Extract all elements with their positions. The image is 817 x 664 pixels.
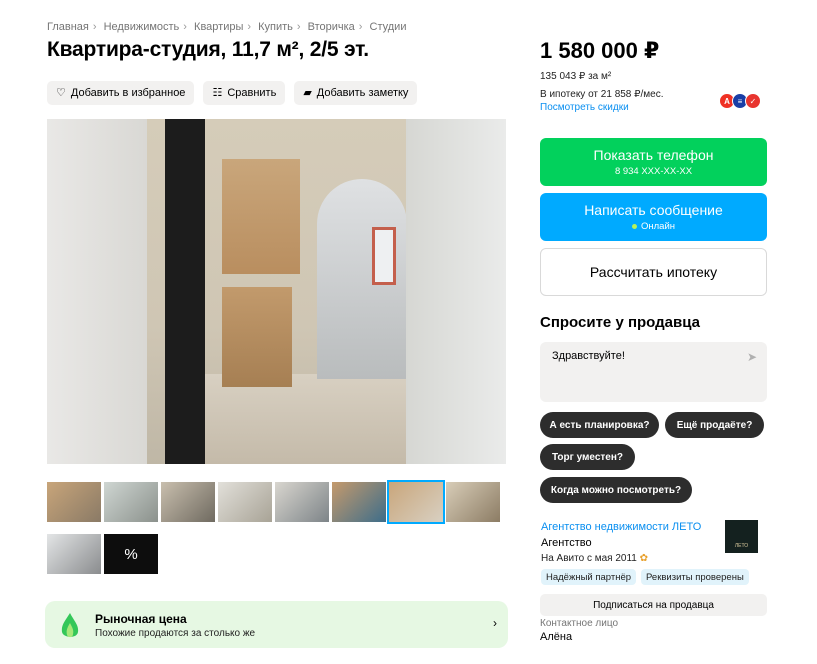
show-phone-label: Показать телефон	[593, 147, 714, 163]
thumbnail[interactable]	[218, 482, 272, 522]
quick-question-chip[interactable]: Торг уместен?	[540, 444, 635, 470]
medal-icon: ✿	[639, 553, 649, 564]
write-message-label: Написать сообщение	[584, 202, 723, 218]
contact-person-name: Алёна	[540, 631, 573, 643]
add-note-button[interactable]: ▰ Добавить заметку	[294, 81, 418, 105]
market-price-banner[interactable]: Рыночная цена Похожие продаются за столь…	[45, 601, 508, 648]
quick-question-chip[interactable]: Когда можно посмотреть?	[540, 477, 692, 503]
heart-icon: ♡	[56, 86, 66, 99]
price-per-m2: 135 043 ₽ за м²	[540, 71, 612, 82]
thumbnail-selected[interactable]	[387, 480, 445, 524]
add-to-favorites-button[interactable]: ♡ Добавить в избранное	[47, 81, 195, 105]
photo-blur-left	[47, 119, 147, 464]
seller-logo[interactable]: ЛЕТО	[725, 520, 758, 553]
view-discounts-link[interactable]: Посмотреть скидки	[540, 102, 629, 113]
contact-person-label: Контактное лицо	[540, 618, 619, 629]
compare-icon: ☷	[212, 86, 223, 99]
ask-seller-title: Спросите у продавца	[540, 314, 700, 331]
thumbnail[interactable]	[47, 534, 101, 574]
ask-seller-input-text: Здравствуйте!	[552, 350, 625, 362]
sovcom-bank-icon: ✓	[745, 93, 761, 109]
add-note-label: Добавить заметку	[316, 87, 409, 99]
breadcrumb-separator: ›	[358, 21, 363, 33]
calculate-mortgage-label: Рассчитать ипотеку	[589, 264, 718, 280]
breadcrumb-item[interactable]: Недвижимость	[104, 21, 180, 33]
breadcrumb-item[interactable]: Купить	[258, 21, 293, 33]
more-photos-button[interactable]: %	[104, 534, 158, 574]
thumbnail[interactable]	[275, 482, 329, 522]
phone-number-masked: 8 934 XXX-XX-XX	[614, 166, 693, 177]
mortgage-estimate: В ипотеку от 21 858 ₽/мес.	[540, 89, 664, 100]
calculate-mortgage-button[interactable]: Рассчитать ипотеку	[540, 248, 767, 296]
breadcrumb-item[interactable]: Главная	[47, 21, 89, 33]
page-title: Квартира-студия, 11,7 м², 2/5 эт.	[47, 38, 369, 61]
breadcrumb-separator: ›	[247, 21, 252, 33]
breadcrumb: Главная › Недвижимость › Квартиры › Купить ›…	[47, 21, 406, 33]
chevron-right-icon: ›	[493, 616, 497, 630]
thumbnail[interactable]	[47, 482, 101, 522]
send-icon[interactable]: ➤	[747, 350, 757, 364]
bank-logos: А ≡ ✓	[719, 93, 761, 109]
quick-question-chip[interactable]: Ещё продаёте?	[665, 412, 764, 438]
breadcrumb-item[interactable]: Студии	[370, 21, 407, 33]
thumbnail[interactable]	[161, 482, 215, 522]
online-status: Онлайн	[631, 221, 675, 232]
thumbnail[interactable]	[446, 482, 500, 522]
add-to-favorites-label: Добавить в избранное	[70, 87, 186, 99]
main-photo[interactable]	[47, 119, 506, 464]
breadcrumb-separator: ›	[296, 21, 301, 33]
market-price-subtitle: Похожие продаются за столько же	[95, 628, 256, 639]
breadcrumb-item[interactable]: Вторичка	[308, 21, 355, 33]
seller-type: Агентство	[541, 537, 592, 549]
market-price-title: Рыночная цена	[95, 612, 187, 626]
quick-question-chip[interactable]: А есть планировка?	[540, 412, 659, 438]
thumbnail[interactable]	[104, 482, 158, 522]
breadcrumb-separator: ›	[92, 21, 97, 33]
write-message-button[interactable]: Написать сообщение Онлайн	[540, 193, 767, 241]
compare-button[interactable]: ☷ Сравнить	[203, 81, 286, 105]
verified-details-badge: Реквизиты проверены	[641, 569, 749, 585]
discount-icon: %	[124, 545, 138, 563]
flame-leaf-icon	[61, 613, 79, 638]
ask-seller-input[interactable]: Здравствуйте! ➤	[540, 342, 767, 402]
online-dot-icon	[631, 224, 637, 229]
reliable-partner-badge: Надёжный партнёр	[541, 569, 637, 585]
seller-since: На Авито с мая 2011 ✿	[541, 553, 649, 564]
listing-actions: ♡ Добавить в избранное ☷ Сравнить ▰ Доба…	[47, 81, 418, 105]
note-icon: ▰	[303, 86, 312, 99]
photo-image	[147, 119, 406, 464]
online-status-label: Онлайн	[640, 221, 675, 232]
show-phone-button[interactable]: Показать телефон 8 934 XXX-XX-XX	[540, 138, 767, 186]
thumbnail[interactable]	[332, 482, 386, 522]
breadcrumb-item[interactable]: Квартиры	[194, 21, 243, 33]
seller-name-link[interactable]: Агентство недвижимости ЛЕТО	[541, 521, 701, 533]
breadcrumb-separator: ›	[183, 21, 187, 33]
compare-label: Сравнить	[227, 87, 277, 99]
price-total: 1 580 000 ₽	[540, 38, 660, 63]
photo-blur-right	[406, 119, 506, 464]
subscribe-seller-button[interactable]: Подписаться на продавца	[540, 594, 767, 616]
